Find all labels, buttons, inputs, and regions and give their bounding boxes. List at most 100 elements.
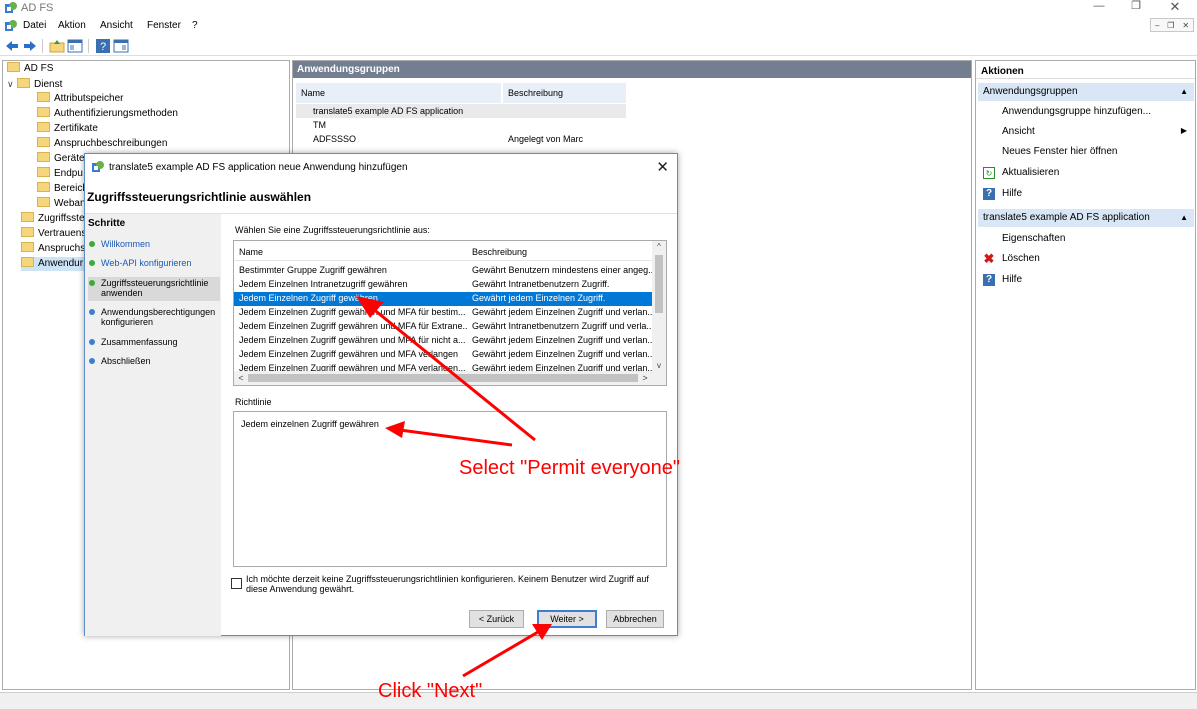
tree-item-geraete[interactable]: Geräte xyxy=(37,152,85,166)
tree-item-attributspeicher[interactable]: Attributspeicher xyxy=(37,92,123,106)
action-delete[interactable]: Löschen xyxy=(1002,253,1040,264)
action-add-application-group[interactable]: Anwendungsgruppe hinzufügen... xyxy=(1002,106,1151,117)
action-pane-icon[interactable] xyxy=(113,38,129,54)
vertical-scrollbar[interactable]: ^ v xyxy=(652,241,666,372)
action-help[interactable]: Hilfe xyxy=(1002,188,1022,199)
chevron-down-icon[interactable]: ∨ xyxy=(7,77,17,91)
scroll-thumb[interactable] xyxy=(655,255,663,313)
step-abschliessen: Abschließen xyxy=(88,356,220,366)
refresh-icon: ↻ xyxy=(983,167,995,179)
policy-row[interactable]: Bestimmter Gruppe Zugriff gewähren Gewähr… xyxy=(234,264,652,278)
tree-item-weban[interactable]: Weban xyxy=(37,197,86,211)
table-row[interactable]: TM xyxy=(296,119,626,133)
forward-arrow-icon[interactable] xyxy=(22,38,38,54)
menu-datei[interactable]: Datei xyxy=(23,20,46,31)
horizontal-scrollbar[interactable]: < > xyxy=(234,371,666,385)
folder-icon xyxy=(37,167,50,177)
table-row[interactable]: ADFSSSO Angelegt von Marc xyxy=(296,133,626,147)
no-policy-checkbox-label[interactable]: Ich möchte derzeit keine Zugriffssteueru… xyxy=(246,574,656,594)
tree-item-dienst[interactable]: ∨ Dienst xyxy=(7,77,62,91)
tree-item-anwendungsgruppen[interactable]: Anwendur xyxy=(21,257,87,271)
menu-aktion[interactable]: Aktion xyxy=(58,20,86,31)
action-properties[interactable]: Eigenschaften xyxy=(1002,233,1065,244)
toolbar-divider xyxy=(42,39,43,53)
step-status-dot xyxy=(89,339,95,345)
folder-icon xyxy=(21,227,34,237)
action-help-2[interactable]: Hilfe xyxy=(1002,274,1022,285)
action-new-window[interactable]: Neues Fenster hier öffnen xyxy=(1002,146,1117,157)
column-header-name[interactable]: Name xyxy=(296,83,501,103)
adfs-app-icon xyxy=(5,20,17,31)
tree-item-root[interactable]: AD FS xyxy=(7,62,53,76)
policy-row[interactable]: Jedem Einzelnen Zugriff gewähren und MFA… xyxy=(234,320,652,334)
collapse-caret-icon[interactable]: ▲ xyxy=(1180,209,1188,227)
menu-fenster[interactable]: Fenster xyxy=(147,20,181,31)
cancel-button[interactable]: Abbrechen xyxy=(606,610,664,628)
back-button[interactable]: < Zurück xyxy=(469,610,524,628)
scroll-up-icon[interactable]: ^ xyxy=(652,241,666,253)
tree-item-endpunkte[interactable]: Endpu xyxy=(37,167,83,181)
menu-ansicht[interactable]: Ansicht xyxy=(100,20,133,31)
column-header-name[interactable]: Name xyxy=(239,247,263,257)
step-status-dot xyxy=(89,241,95,247)
tree-item-vertrauensstellungen[interactable]: Vertrauens xyxy=(21,227,86,241)
console-tree-icon[interactable] xyxy=(67,38,83,54)
step-willkommen[interactable]: Willkommen xyxy=(88,239,220,249)
tree-item-bereich[interactable]: Bereich xyxy=(37,182,88,196)
maximize-icon[interactable]: ❐ xyxy=(1121,0,1151,14)
policy-row[interactable]: Jedem Einzelnen Intranetzugriff gewähren… xyxy=(234,278,652,292)
menu-bar: Datei Aktion Ansicht Fenster ? xyxy=(0,18,1197,34)
action-view[interactable]: Ansicht ▶ xyxy=(1002,126,1187,137)
folder-icon xyxy=(17,78,30,88)
step-zusammenfassung: Zusammenfassung xyxy=(88,337,220,347)
delete-x-icon: ✖ xyxy=(983,251,995,266)
table-row[interactable]: translate5 example AD FS application xyxy=(296,104,626,118)
folder-icon xyxy=(37,122,50,132)
policy-row[interactable]: Jedem Einzelnen Zugriff gewähren und MFA… xyxy=(234,334,652,348)
folder-icon xyxy=(21,242,34,252)
toolbar: ? xyxy=(0,36,1197,56)
policy-list[interactable]: Name Beschreibung Bestimmter Gruppe Zugr… xyxy=(233,240,667,386)
mdi-restore-icon[interactable]: ❐ xyxy=(1167,21,1174,30)
no-policy-checkbox[interactable] xyxy=(231,578,242,589)
adfs-app-icon xyxy=(92,161,104,172)
mdi-window-controls: – ❐ ✕ xyxy=(1150,18,1194,32)
policy-row[interactable]: Jedem Einzelnen Zugriff gewähren und MFA… xyxy=(234,348,652,362)
help-icon[interactable]: ? xyxy=(95,38,111,54)
help-icon: ? xyxy=(983,274,995,286)
next-button[interactable]: Weiter > xyxy=(537,610,597,628)
tree-item-zertifikate[interactable]: Zertifikate xyxy=(37,122,98,136)
step-status-dot xyxy=(89,280,95,286)
collapse-caret-icon[interactable]: ▲ xyxy=(1180,83,1188,101)
scroll-left-icon[interactable]: < xyxy=(234,371,248,385)
column-header-beschreibung[interactable]: Beschreibung xyxy=(472,247,527,257)
menu-help[interactable]: ? xyxy=(192,20,198,31)
actions-section-anwendungsgruppen[interactable]: Anwendungsgruppen ▲ xyxy=(978,83,1194,101)
mdi-close-icon[interactable]: ✕ xyxy=(1182,21,1189,30)
help-icon: ? xyxy=(983,188,995,200)
tree-item-anspruchsanbieter[interactable]: Anspruchs xyxy=(21,242,85,256)
tree-item-zugriffssteuerung[interactable]: Zugriffsste xyxy=(21,212,85,226)
scroll-right-icon[interactable]: > xyxy=(638,371,652,385)
step-status-dot xyxy=(89,260,95,266)
up-folder-icon[interactable] xyxy=(49,38,65,54)
action-refresh[interactable]: Aktualisieren xyxy=(1002,167,1059,178)
dialog-title-bar: translate5 example AD FS application neu… xyxy=(85,154,677,180)
mdi-minimize-icon[interactable]: – xyxy=(1155,21,1159,30)
actions-section-application[interactable]: translate5 example AD FS application ▲ xyxy=(978,209,1194,227)
step-berechtigungen: Anwendungsberechtigungen konfigurieren xyxy=(88,307,220,327)
back-arrow-icon[interactable] xyxy=(4,38,20,54)
step-web-api[interactable]: Web-API konfigurieren xyxy=(88,258,220,268)
policy-row-selected[interactable]: Jedem Einzelnen Zugriff gewähren Gewährt … xyxy=(234,292,652,306)
minimize-icon[interactable]: — xyxy=(1084,0,1114,14)
tree-item-authentifizierungsmethoden[interactable]: Authentifizierungsmethoden xyxy=(37,107,178,121)
title-bar: AD FS — ❐ ✕ xyxy=(0,0,1197,16)
toolbar-divider xyxy=(88,39,89,53)
close-icon[interactable]: ✕ xyxy=(656,158,669,176)
policy-row[interactable]: Jedem Einzelnen Zugriff gewähren und MFA… xyxy=(234,306,652,320)
add-application-wizard: translate5 example AD FS application neu… xyxy=(84,153,678,636)
column-header-beschreibung[interactable]: Beschreibung xyxy=(503,83,626,103)
close-icon[interactable]: ✕ xyxy=(1160,0,1190,14)
tree-item-anspruchbeschreibungen[interactable]: Anspruchbeschreibungen xyxy=(37,137,167,151)
scroll-thumb[interactable] xyxy=(248,374,638,382)
